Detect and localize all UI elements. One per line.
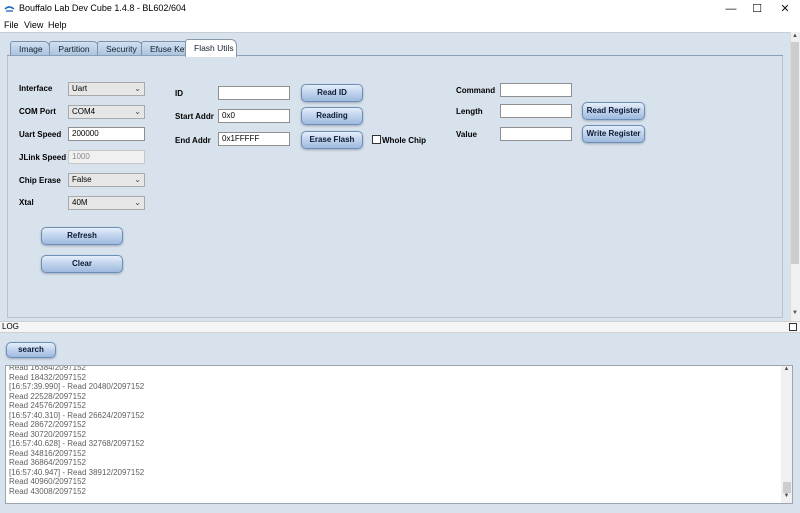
clear-button[interactable]: Clear (41, 255, 123, 273)
whole-chip-checkbox[interactable] (372, 135, 381, 144)
length-input[interactable] (500, 104, 572, 118)
com-port-value: COM4 (72, 107, 96, 116)
chevron-down-icon: ⌄ (134, 107, 141, 116)
log-line: Read 36864/2097152 (9, 458, 86, 467)
xtal-select[interactable]: 40M ⌄ (68, 196, 145, 210)
id-input[interactable] (218, 86, 290, 100)
menu-help[interactable]: Help (48, 20, 67, 30)
com-port-select[interactable]: COM4 ⌄ (68, 105, 145, 119)
bouffalo-logo-icon (4, 6, 15, 12)
log-section-label: LOG (2, 322, 19, 331)
scrollbar-thumb[interactable] (791, 42, 799, 264)
tab-security[interactable]: Security (97, 41, 143, 56)
scroll-up-icon[interactable]: ▲ (781, 366, 792, 376)
chevron-down-icon: ⌄ (134, 198, 141, 207)
log-line: [16:57:40.310] - Read 26624/2097152 (9, 410, 145, 420)
jlink-speed-label: JLink Speed (19, 153, 67, 162)
write-register-button[interactable]: Write Register (582, 125, 645, 143)
log-line: Read 43008/2097152 (9, 486, 86, 496)
log-line: Read 30720/2097152 (9, 429, 86, 439)
window-title: Bouffalo Lab Dev Cube 1.4.8 - BL602/604 (19, 3, 186, 13)
id-label: ID (175, 89, 183, 98)
log-line: Read 18432/2097152 (9, 372, 86, 382)
scroll-up-icon[interactable]: ▲ (790, 33, 800, 42)
interface-select[interactable]: Uart ⌄ (68, 82, 145, 96)
maximize-button[interactable]: ☐ (742, 0, 772, 18)
menu-view[interactable]: View (24, 20, 43, 30)
value-label: Value (456, 130, 477, 139)
tab-flash-utils[interactable]: Flash Utils (185, 39, 237, 57)
log-lines: Read 16384/2097152 Read 18432/2097152 [16:… (9, 365, 145, 496)
read-register-button[interactable]: Read Register (582, 102, 645, 120)
command-label: Command (456, 86, 496, 95)
value-input[interactable] (500, 127, 572, 141)
log-line: Read 40960/2097152 (9, 477, 86, 486)
close-button[interactable]: ✕ (770, 0, 800, 18)
uart-speed-input[interactable]: 200000 (68, 127, 145, 141)
xtal-value: 40M (72, 198, 88, 207)
log-line: Read 24576/2097152 (9, 401, 86, 410)
tab-partition[interactable]: Partition (49, 41, 99, 56)
command-input[interactable] (500, 83, 572, 97)
restore-icon[interactable] (789, 323, 797, 331)
chip-erase-value: False (72, 175, 92, 184)
interface-label: Interface (19, 84, 53, 93)
start-addr-label: Start Addr (175, 112, 214, 121)
reading-button[interactable]: Reading (301, 107, 363, 125)
log-output[interactable]: Read 16384/2097152 Read 18432/2097152 [16:… (5, 365, 793, 504)
log-line: Read 16384/2097152 (9, 365, 86, 372)
log-line: [16:57:40.628] - Read 32768/2097152 (9, 439, 145, 448)
log-line: Read 22528/2097152 (9, 391, 86, 401)
search-button[interactable]: search (6, 342, 56, 358)
log-line: Read 28672/2097152 (9, 420, 86, 429)
tab-efuse-key[interactable]: Efuse Key (141, 41, 189, 56)
scroll-down-icon[interactable]: ▼ (781, 493, 792, 503)
interface-value: Uart (72, 84, 88, 93)
refresh-button[interactable]: Refresh (41, 227, 123, 245)
whole-chip-label: Whole Chip (382, 136, 426, 145)
erase-flash-button[interactable]: Erase Flash (301, 131, 363, 149)
uart-speed-label: Uart Speed (19, 130, 62, 139)
start-addr-input[interactable]: 0x0 (218, 109, 290, 123)
com-port-label: COM Port (19, 107, 56, 116)
end-addr-label: End Addr (175, 136, 211, 145)
log-header[interactable] (0, 321, 800, 333)
chevron-down-icon: ⌄ (134, 84, 141, 93)
scroll-down-icon[interactable]: ▼ (790, 310, 800, 319)
chevron-down-icon: ⌄ (134, 175, 141, 184)
log-line: Read 34816/2097152 (9, 448, 86, 458)
xtal-label: Xtal (19, 198, 34, 207)
read-id-button[interactable]: Read ID (301, 84, 363, 102)
tab-image[interactable]: Image (10, 41, 50, 56)
menu-bar (0, 18, 800, 32)
log-line: [16:57:40.947] - Read 38912/2097152 (9, 467, 145, 477)
menu-file[interactable]: File (4, 20, 19, 30)
length-label: Length (456, 107, 483, 116)
jlink-speed-input: 1000 (68, 150, 145, 164)
tab-strip: Image Partition Security Efuse Key Flash… (7, 39, 783, 57)
scrollbar-thumb[interactable] (783, 482, 791, 493)
log-line: [16:57:39.990] - Read 20480/2097152 (9, 382, 145, 391)
chip-erase-select[interactable]: False ⌄ (68, 173, 145, 187)
chip-erase-label: Chip Erase (19, 176, 61, 185)
end-addr-input[interactable]: 0x1FFFFF (218, 132, 290, 146)
